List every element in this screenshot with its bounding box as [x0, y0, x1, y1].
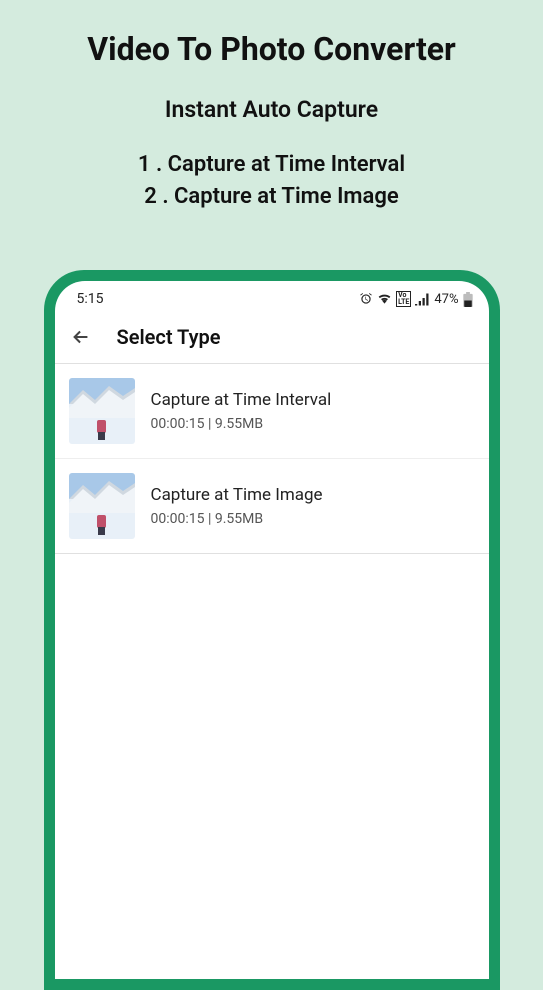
promo-feature-list: 1 . Capture at Time Interval 2 . Capture…: [20, 149, 523, 213]
battery-icon: [463, 292, 473, 307]
type-list: Capture at Time Interval 00:00:15 | 9.55…: [55, 363, 489, 554]
status-bar: 5:15 VoLTE 47%: [55, 281, 489, 311]
item-meta: 00:00:15 | 9.55MB: [151, 416, 475, 432]
video-thumbnail: [69, 473, 135, 539]
alarm-icon: [359, 292, 373, 306]
item-meta: 00:00:15 | 9.55MB: [151, 511, 475, 527]
promo-feature-2: 2 . Capture at Time Image: [20, 181, 523, 213]
arrow-left-icon: [70, 326, 92, 348]
status-indicators: VoLTE 47%: [359, 291, 472, 307]
app-header: Select Type: [55, 311, 489, 363]
empty-content: [55, 554, 489, 979]
item-text: Capture at Time Image 00:00:15 | 9.55MB: [151, 485, 475, 527]
promo-title: Video To Photo Converter: [20, 30, 523, 68]
item-text: Capture at Time Interval 00:00:15 | 9.55…: [151, 390, 475, 432]
battery-text: 47%: [434, 292, 458, 307]
lte-icon: VoLTE: [396, 291, 411, 307]
page-title: Select Type: [117, 325, 221, 349]
item-title: Capture at Time Image: [151, 485, 475, 505]
list-item-time-interval[interactable]: Capture at Time Interval 00:00:15 | 9.55…: [55, 363, 489, 458]
video-thumbnail: [69, 378, 135, 444]
signal-icon: [415, 293, 430, 306]
phone-screen: 5:15 VoLTE 47%: [55, 281, 489, 979]
promo-feature-1: 1 . Capture at Time Interval: [20, 149, 523, 181]
wifi-icon: [377, 292, 392, 306]
promo-subtitle: Instant Auto Capture: [20, 96, 523, 123]
status-time: 5:15: [71, 291, 104, 307]
phone-frame: 5:15 VoLTE 47%: [44, 270, 500, 990]
promo-header: Video To Photo Converter Instant Auto Ca…: [0, 0, 543, 233]
back-button[interactable]: [69, 325, 93, 349]
list-item-time-image[interactable]: Capture at Time Image 00:00:15 | 9.55MB: [55, 458, 489, 554]
item-title: Capture at Time Interval: [151, 390, 475, 410]
